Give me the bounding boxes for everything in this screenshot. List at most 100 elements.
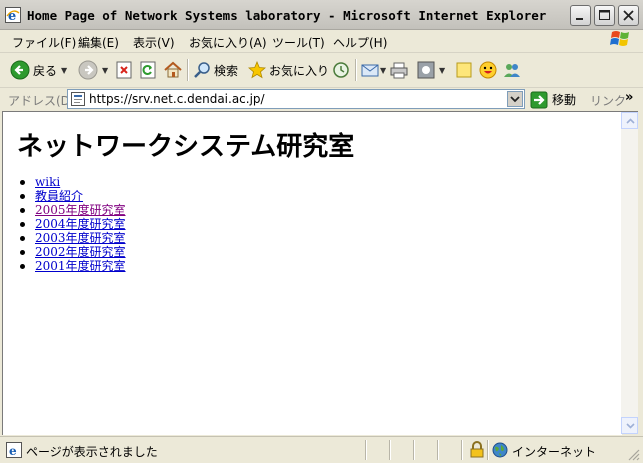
- link-lab-2001[interactable]: 2001年度研究室: [35, 259, 126, 273]
- link-lab-2003[interactable]: 2003年度研究室: [35, 231, 126, 245]
- note-icon: [456, 62, 472, 78]
- title-bar[interactable]: e Home Page of Network Systems laborator…: [0, 0, 643, 30]
- svg-text:e: e: [9, 444, 17, 458]
- ie-icon: e: [5, 7, 21, 23]
- mail-dropdown-icon[interactable]: ▼: [380, 66, 386, 75]
- security-zone: インターネット: [512, 445, 597, 459]
- stop-button[interactable]: [115, 59, 133, 81]
- vertical-scrollbar[interactable]: [621, 111, 638, 434]
- status-text: ページが表示されました: [26, 445, 158, 459]
- refresh-button[interactable]: [139, 59, 157, 81]
- browser-window: e Home Page of Network Systems laborator…: [0, 0, 643, 463]
- menu-tools[interactable]: ツール(T): [272, 34, 325, 51]
- messenger-button[interactable]: [479, 59, 497, 81]
- status-separator: [413, 440, 415, 460]
- menu-view[interactable]: 表示(V): [133, 34, 175, 51]
- go-button[interactable]: 移動: [530, 89, 576, 110]
- link-wiki[interactable]: wiki: [35, 175, 60, 189]
- minimize-button[interactable]: [570, 5, 591, 26]
- scroll-up-button[interactable]: [621, 112, 638, 129]
- search-label: 検索: [214, 63, 239, 78]
- favorites-button[interactable]: お気に入り: [248, 59, 329, 81]
- page-favicon-icon: [71, 92, 85, 106]
- more-links-icon[interactable]: »: [625, 90, 633, 105]
- edit-page-icon: [417, 61, 435, 79]
- history-button[interactable]: [332, 59, 350, 81]
- minimize-icon: [576, 18, 583, 20]
- close-icon: [623, 10, 634, 21]
- windows-logo-icon: [610, 31, 629, 46]
- edit-dropdown-icon[interactable]: ▼: [439, 66, 445, 75]
- link-lab-2002[interactable]: 2002年度研究室: [35, 245, 126, 259]
- list-item: 2005年度研究室: [20, 203, 126, 217]
- menu-help[interactable]: ヘルプ(H): [333, 34, 387, 51]
- status-separator: [365, 440, 367, 460]
- menu-favorites[interactable]: お気に入り(A): [189, 34, 267, 51]
- status-bar: e ページが表示されました インターネット: [0, 436, 643, 463]
- favorites-star-icon: [248, 61, 266, 79]
- address-input[interactable]: https://srv.net.c.dendai.ac.jp/: [67, 89, 525, 109]
- chevron-down-icon: [510, 96, 520, 103]
- list-item: wiki: [20, 175, 126, 189]
- smiley-icon: [479, 61, 497, 79]
- research-button[interactable]: [503, 59, 521, 81]
- internet-globe-icon: [492, 442, 508, 458]
- lock-icon[interactable]: [470, 441, 484, 458]
- links-button[interactable]: リンク: [590, 92, 626, 109]
- forward-dropdown-icon[interactable]: ▼: [102, 66, 108, 75]
- edit-button[interactable]: ▼: [417, 59, 445, 81]
- link-faculty[interactable]: 教員紹介: [35, 189, 83, 203]
- address-bar: アドレス(D) https://srv.net.c.dendai.ac.jp/ …: [0, 88, 643, 111]
- list-item: 教員紹介: [20, 189, 126, 203]
- print-button[interactable]: [390, 59, 408, 81]
- go-arrow-icon: [530, 91, 548, 108]
- people-icon: [504, 64, 520, 77]
- status-separator: [487, 440, 489, 460]
- forward-arrow-icon: [78, 60, 98, 80]
- refresh-icon: [140, 61, 156, 79]
- stop-icon: [116, 61, 132, 79]
- back-dropdown-icon[interactable]: ▼: [61, 66, 67, 75]
- nav-list: wiki 教員紹介 2005年度研究室 2004年度研究室 2003年度研究室 …: [20, 175, 126, 273]
- back-arrow-icon: [10, 60, 30, 80]
- page-title: ネットワークシステム研究室: [17, 132, 355, 162]
- menu-bar: ファイル(F) 編集(E) 表示(V) お気に入り(A) ツール(T) ヘルプ(…: [0, 30, 643, 53]
- menu-file[interactable]: ファイル(F): [12, 34, 76, 51]
- maximize-button[interactable]: [594, 5, 615, 26]
- list-item: 2004年度研究室: [20, 217, 126, 231]
- menu-edit[interactable]: 編集(E): [78, 34, 119, 51]
- address-url: https://srv.net.c.dendai.ac.jp/: [89, 92, 265, 106]
- status-separator: [389, 440, 391, 460]
- list-item: 2003年度研究室: [20, 231, 126, 245]
- home-icon: [164, 61, 182, 78]
- print-icon: [390, 62, 408, 79]
- address-label: アドレス(D): [8, 94, 75, 108]
- back-label: 戻る: [33, 63, 58, 78]
- toolbar-separator: [187, 59, 189, 81]
- status-separator: [461, 440, 463, 460]
- status-separator: [437, 440, 439, 460]
- close-button[interactable]: [618, 5, 639, 26]
- resize-grip-icon[interactable]: [628, 449, 640, 461]
- mail-button[interactable]: ▼: [361, 59, 386, 81]
- home-button[interactable]: [163, 59, 183, 81]
- chevron-down-icon: [626, 423, 635, 429]
- chevron-up-icon: [626, 118, 635, 124]
- page-done-icon: e: [6, 442, 22, 458]
- window-title: Home Page of Network Systems laboratory …: [27, 8, 547, 23]
- link-lab-2004[interactable]: 2004年度研究室: [35, 217, 126, 231]
- mail-icon: [361, 64, 379, 77]
- search-icon: [194, 62, 210, 78]
- forward-button[interactable]: ▼: [78, 59, 108, 81]
- maximize-icon: [599, 10, 610, 20]
- link-lab-2005[interactable]: 2005年度研究室: [35, 203, 126, 217]
- search-button[interactable]: 検索: [193, 59, 238, 81]
- history-icon: [333, 62, 349, 78]
- back-button[interactable]: 戻る ▼: [10, 59, 67, 81]
- address-dropdown[interactable]: [507, 91, 523, 107]
- scroll-down-button[interactable]: [621, 417, 638, 434]
- go-label: 移動: [552, 93, 577, 107]
- standard-toolbar: 戻る ▼ ▼ 検索 お気に入り ▼ ▼: [0, 53, 643, 88]
- page-content: ネットワークシステム研究室 wiki 教員紹介 2005年度研究室 2004年度…: [2, 111, 622, 435]
- discuss-button[interactable]: [455, 59, 473, 81]
